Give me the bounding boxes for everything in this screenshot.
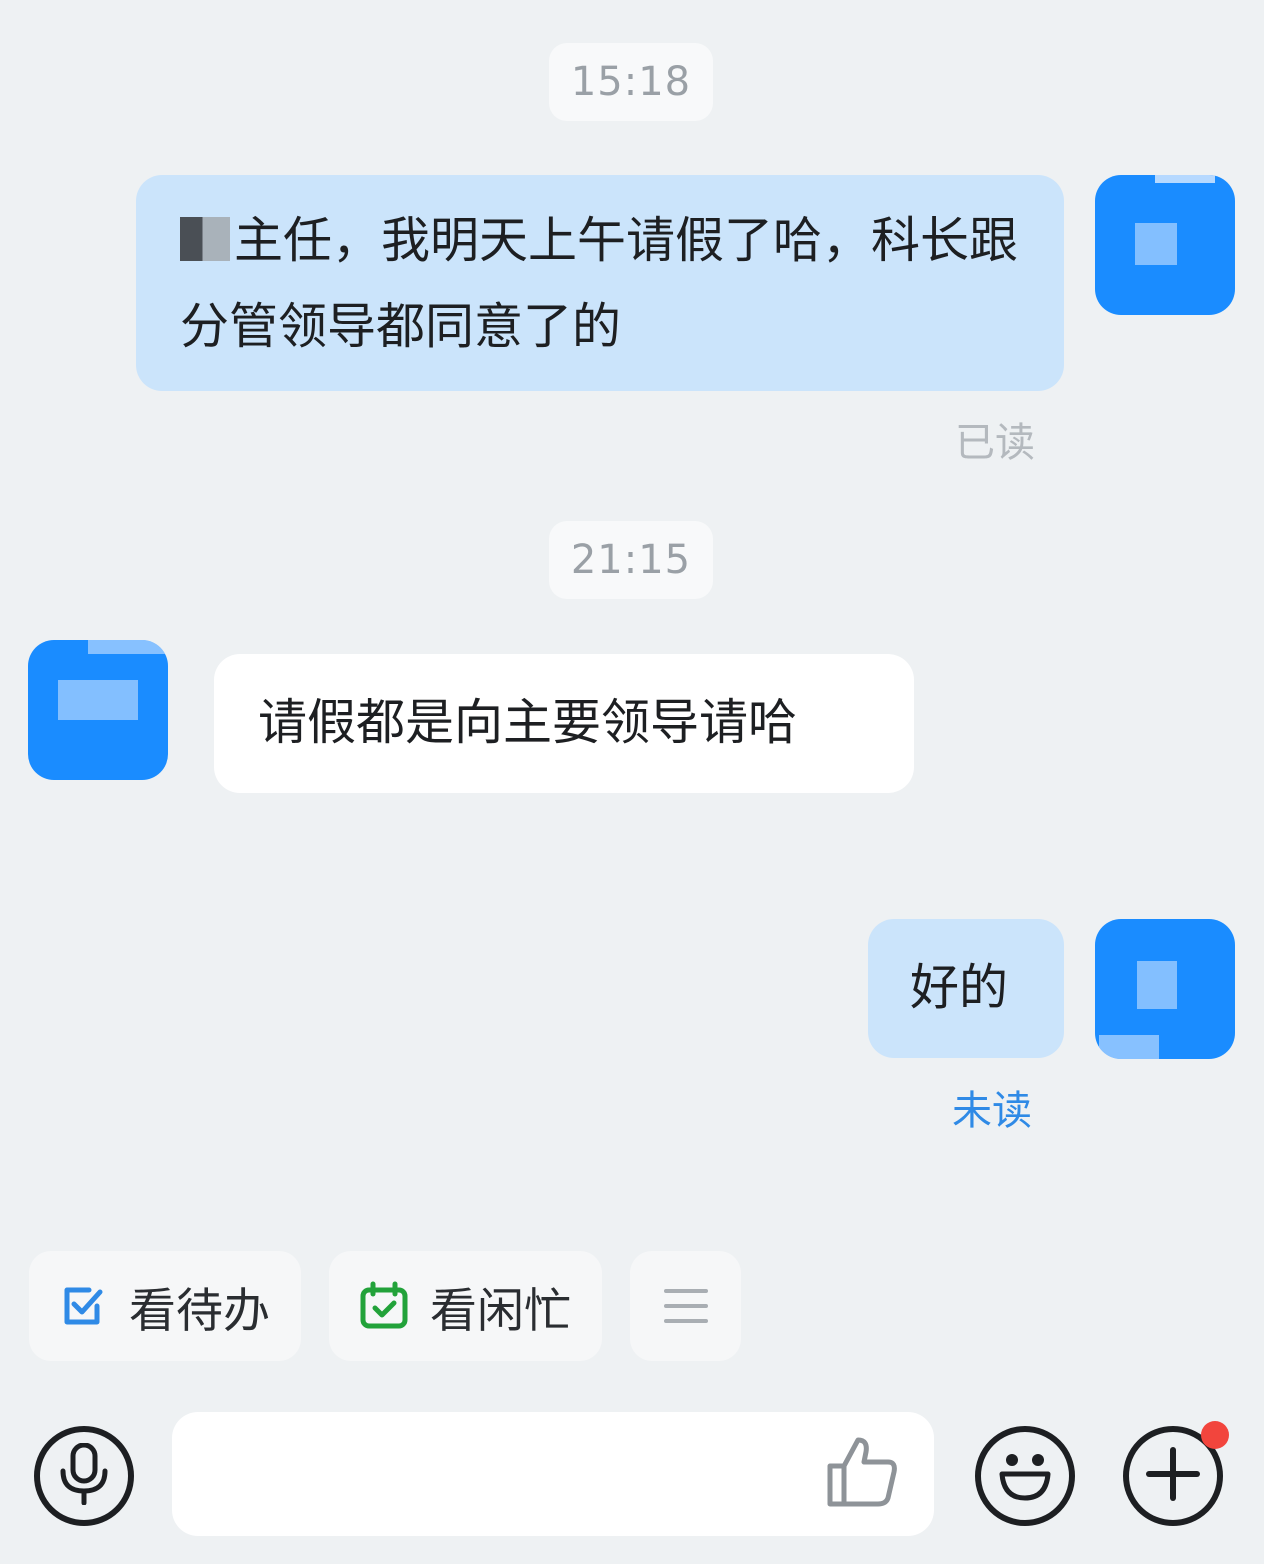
quick-action-todo[interactable]: 看待办 xyxy=(29,1251,301,1361)
calendar-check-icon xyxy=(358,1281,410,1331)
my-avatar[interactable] xyxy=(1095,919,1235,1059)
redacted-name xyxy=(180,217,230,261)
read-status: 已读 xyxy=(955,420,1035,466)
message-text: 请假都是向主要领导请哈 xyxy=(258,694,798,751)
message-text: 主任，我明天上午请假了哈，科长跟分管领导都同意了的 xyxy=(180,212,1019,355)
timestamp: 15:18 xyxy=(549,43,713,121)
quick-action-more[interactable] xyxy=(630,1251,741,1361)
message-text: 好的 xyxy=(910,959,1009,1016)
voice-button[interactable] xyxy=(34,1426,134,1526)
sender-avatar[interactable] xyxy=(28,640,168,780)
quick-action-label: 看待办 xyxy=(129,1283,270,1339)
message-input[interactable] xyxy=(172,1412,934,1536)
my-avatar[interactable] xyxy=(1095,175,1235,315)
notification-dot xyxy=(1201,1421,1229,1449)
quick-action-schedule[interactable]: 看闲忙 xyxy=(329,1251,602,1361)
plus-icon xyxy=(1145,1446,1201,1506)
message-bubble-theirs[interactable]: 请假都是向主要领导请哈 xyxy=(214,654,914,793)
quick-action-label: 看闲忙 xyxy=(430,1283,571,1339)
message-bubble-mine[interactable]: 主任，我明天上午请假了哈，科长跟分管领导都同意了的 xyxy=(136,175,1064,391)
thumbs-up-icon[interactable] xyxy=(826,1434,900,1512)
microphone-icon xyxy=(57,1442,111,1509)
message-bubble-mine[interactable]: 好的 xyxy=(868,919,1064,1058)
todo-check-icon xyxy=(59,1282,107,1330)
unread-status: 未读 xyxy=(952,1088,1032,1134)
emoji-icon xyxy=(990,1444,1060,1508)
emoji-button[interactable] xyxy=(975,1426,1075,1526)
menu-icon xyxy=(663,1287,708,1325)
timestamp: 21:15 xyxy=(549,521,713,599)
